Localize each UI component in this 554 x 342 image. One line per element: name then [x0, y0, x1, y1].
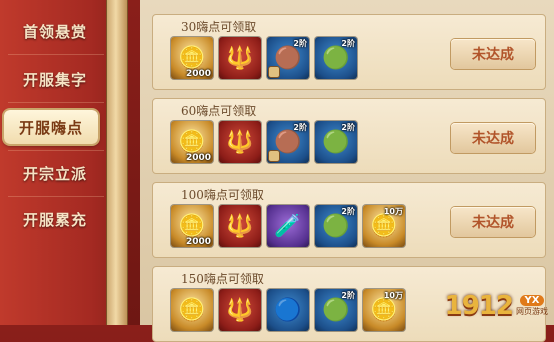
reward-row: 100嗨点可领取 🪙 2000 🔱 🧪 🟢 2阶 🪙 10万 未达成 — [152, 182, 546, 258]
item-quantity: 2000 — [185, 69, 211, 79]
bronze-orb-icon[interactable]: 🟤 2阶 — [267, 37, 309, 79]
item-tier: 2阶 — [293, 39, 307, 48]
green-orb-icon[interactable]: 🟢 2阶 — [315, 37, 357, 79]
item-quantity: 2000 — [185, 237, 211, 247]
lock-icon — [269, 67, 279, 77]
item-tier: 2阶 — [341, 207, 355, 216]
item-tier: 2阶 — [341, 39, 355, 48]
not-achieved-button[interactable]: 未达成 — [451, 207, 535, 237]
watermark-number: 1912 — [444, 291, 514, 321]
lock-icon — [269, 151, 279, 161]
watermark-site: 网页游戏 — [516, 307, 548, 316]
sidebar-divider — [8, 102, 104, 103]
gold-ingot-icon[interactable]: 🪙 2000 — [171, 205, 213, 247]
bronze-orb-icon[interactable]: 🟤 2阶 — [267, 121, 309, 163]
reward-threshold: 100嗨点可领取 — [181, 188, 264, 202]
reward-row: 30嗨点可领取 🪙 2000 🔱 🟤 2阶 🟢 2阶 未达成 — [152, 14, 546, 90]
gold-ingot-icon[interactable]: 🪙 2000 — [171, 121, 213, 163]
item-tier: 2阶 — [293, 123, 307, 132]
sidebar-divider — [8, 196, 104, 197]
coins-icon[interactable]: 🪙 10万 — [363, 205, 405, 247]
sidebar-item-server-collect[interactable]: 开服集字 — [0, 62, 110, 96]
reward-threshold: 60嗨点可领取 — [181, 104, 257, 118]
sidebar-item-server-hi-points[interactable]: 开服嗨点 — [4, 110, 98, 144]
staff-icon[interactable]: 🔱 — [219, 205, 261, 247]
reward-threshold: 30嗨点可领取 — [181, 20, 257, 34]
item-quantity: 2000 — [185, 153, 211, 163]
sidebar-item-server-recharge[interactable]: 开服累充 — [0, 202, 110, 236]
not-achieved-button[interactable]: 未达成 — [451, 39, 535, 69]
sidebar-divider — [8, 150, 104, 151]
not-achieved-button[interactable]: 未达成 — [451, 123, 535, 153]
staff-icon[interactable]: 🔱 — [219, 37, 261, 79]
green-orb-icon[interactable]: 🟢 2阶 — [315, 121, 357, 163]
reward-list[interactable]: 30嗨点可领取 🪙 2000 🔱 🟤 2阶 🟢 2阶 未达成 60嗨点可领取 🪙 200… — [140, 0, 554, 342]
item-tier: 2阶 — [341, 291, 355, 300]
sidebar-frame-border — [106, 0, 128, 325]
item-tier: 2阶 — [341, 123, 355, 132]
sidebar-item-found-sect[interactable]: 开宗立派 — [0, 156, 110, 190]
reward-threshold: 150嗨点可领取 — [181, 272, 264, 286]
gold-ingot-icon[interactable]: 🪙 2000 — [171, 37, 213, 79]
sidebar-item-boss-bounty[interactable]: 首领悬赏 — [0, 14, 110, 48]
green-orb-icon[interactable]: 🟢 2阶 — [315, 205, 357, 247]
staff-icon[interactable]: 🔱 — [219, 121, 261, 163]
reward-row: 60嗨点可领取 🪙 2000 🔱 🟤 2阶 🟢 2阶 未达成 — [152, 98, 546, 174]
potion-bottle-icon[interactable]: 🧪 — [267, 205, 309, 247]
item-amount: 10万 — [383, 207, 403, 216]
site-watermark: 1912 YX 网页游戏 — [445, 291, 548, 321]
item-amount: 10万 — [383, 291, 403, 300]
watermark-badge: YX 网页游戏 — [516, 295, 548, 317]
sidebar-divider — [8, 54, 104, 55]
watermark-yx: YX — [519, 295, 545, 306]
